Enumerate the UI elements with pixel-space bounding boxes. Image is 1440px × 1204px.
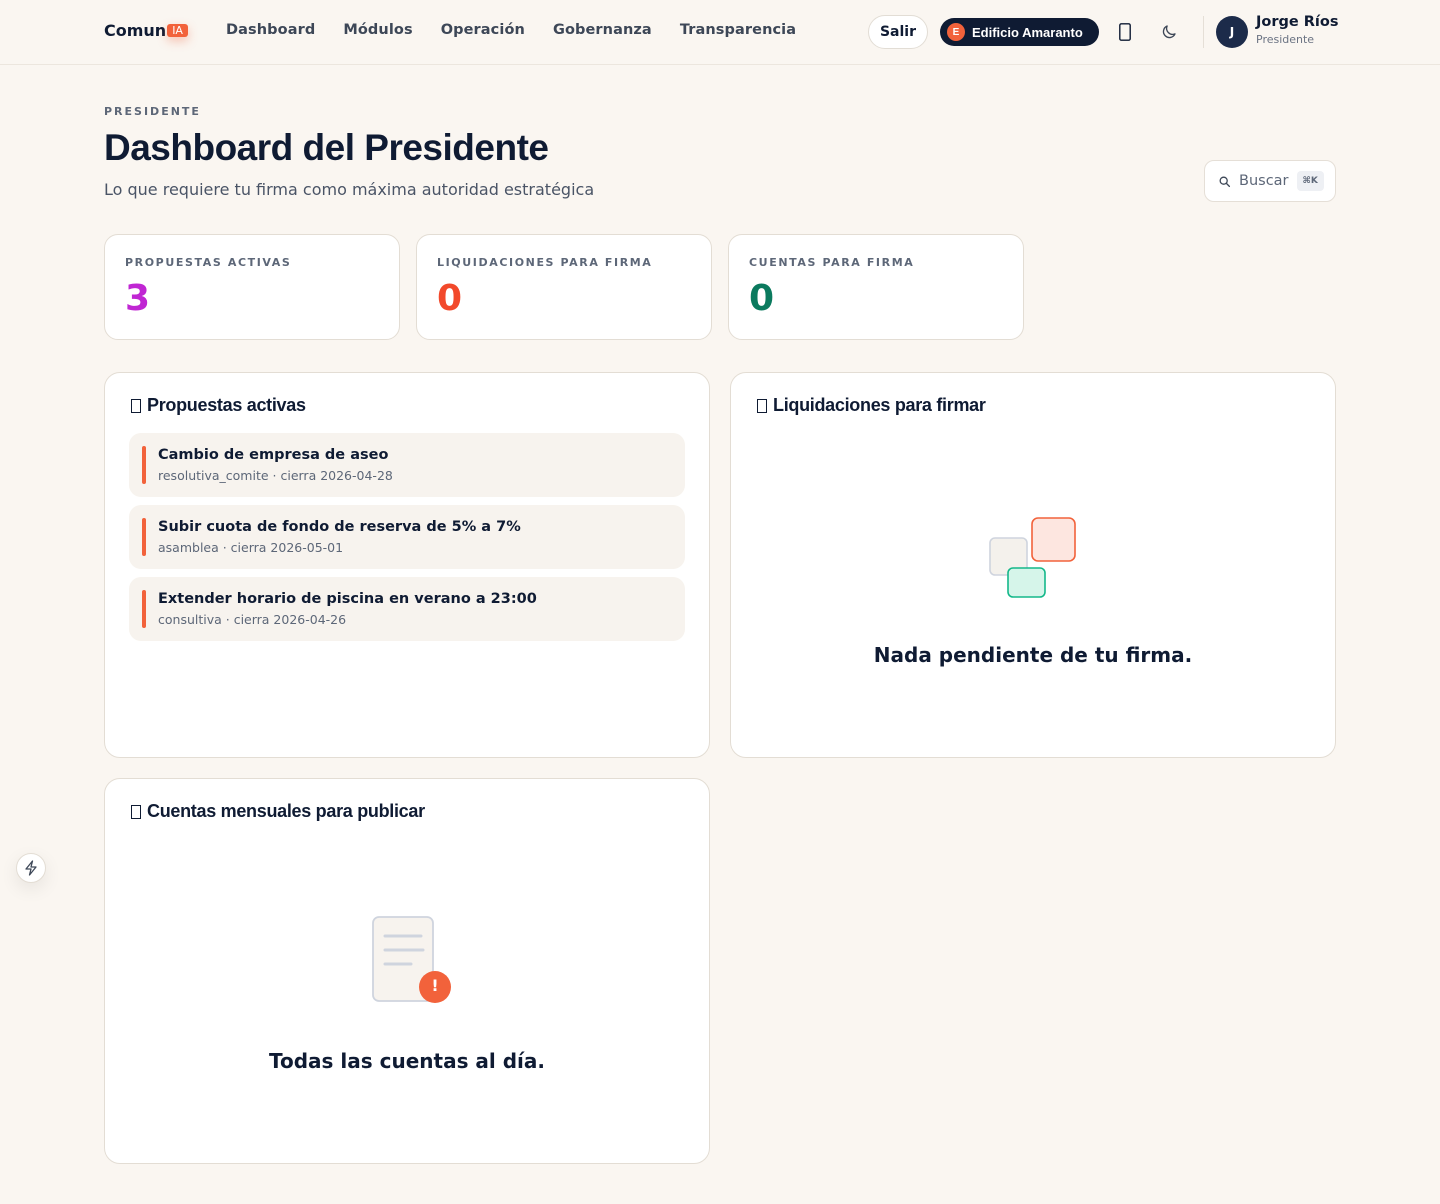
item-meta: asamblea · cierra 2026-05-01 [158, 540, 344, 555]
panel-icon [131, 805, 141, 819]
stat-card-propuestas[interactable]: PROPUESTAS ACTIVAS 3 [104, 234, 400, 340]
quick-action-button[interactable] [16, 853, 46, 883]
phone-icon[interactable] [1113, 20, 1137, 44]
empty-state-message: Nada pendiente de tu firma. [873, 643, 1193, 667]
panel-icon [131, 399, 141, 413]
brand-logo[interactable]: Comun IA [104, 21, 188, 40]
page-eyebrow: PRESIDENTE [104, 105, 201, 118]
item-title: Subir cuota de fondo de reserva de 5% a … [158, 519, 521, 535]
panel-title-text: Cuentas mensuales para publicar [147, 801, 425, 821]
building-initial-badge: E [947, 23, 965, 41]
stat-label: PROPUESTAS ACTIVAS [125, 256, 292, 269]
avatar[interactable]: J [1216, 16, 1248, 48]
brand-badge: IA [167, 24, 188, 37]
moon-icon[interactable] [1157, 20, 1181, 44]
search-label: Buscar [1239, 173, 1289, 189]
header-divider [1203, 16, 1204, 48]
item-title: Extender horario de piscina en verano a … [158, 591, 537, 607]
stat-value: 0 [437, 278, 463, 319]
stat-card-liquidaciones[interactable]: LIQUIDACIONES PARA FIRMA 0 [416, 234, 712, 340]
stat-value: 3 [125, 278, 151, 319]
document-alert-icon: ! [371, 915, 461, 1005]
brand-name: Comun [104, 21, 167, 40]
list-item[interactable]: Cambio de empresa de aseo resolutiva_com… [129, 433, 685, 497]
item-accent-bar [142, 590, 146, 628]
user-role: Presidente [1256, 33, 1315, 46]
panel-title: Liquidaciones para firmar [757, 395, 986, 416]
building-selector[interactable]: E Edificio Amaranto [940, 18, 1099, 46]
top-navigation-bar: Comun IA Dashboard Módulos Operación Gobe… [0, 0, 1440, 65]
item-accent-bar [142, 446, 146, 484]
item-meta: resolutiva_comite · cierra 2026-04-28 [158, 468, 393, 483]
logout-button[interactable]: Salir [868, 15, 928, 49]
nav-gobernanza[interactable]: Gobernanza [553, 22, 652, 38]
panel-title: Propuestas activas [131, 395, 306, 416]
stacked-squares-icon [989, 517, 1079, 605]
stat-label: LIQUIDACIONES PARA FIRMA [437, 256, 653, 269]
bolt-icon [24, 860, 38, 876]
panel-title: Cuentas mensuales para publicar [131, 801, 425, 822]
search-shortcut: ⌘K [1296, 171, 1324, 191]
list-item[interactable]: Subir cuota de fondo de reserva de 5% a … [129, 505, 685, 569]
panel-title-text: Liquidaciones para firmar [773, 395, 986, 415]
building-name: Edificio Amaranto [972, 24, 1083, 40]
settlements-panel: Liquidaciones para firmar Nada pendiente… [730, 372, 1336, 758]
nav-modulos[interactable]: Módulos [343, 22, 412, 38]
panel-icon [757, 399, 767, 413]
stat-label: CUENTAS PARA FIRMA [749, 256, 915, 269]
panel-title-text: Propuestas activas [147, 395, 306, 415]
nav-dashboard[interactable]: Dashboard [226, 22, 315, 38]
proposals-panel: Propuestas activas Cambio de empresa de … [104, 372, 710, 758]
stat-card-cuentas[interactable]: CUENTAS PARA FIRMA 0 [728, 234, 1024, 340]
accounts-panel: Cuentas mensuales para publicar ! Todas … [104, 778, 710, 1164]
stat-value: 0 [749, 278, 775, 319]
item-accent-bar [142, 518, 146, 556]
nav-transparencia[interactable]: Transparencia [680, 22, 796, 38]
user-name: Jorge Ríos [1256, 14, 1339, 30]
item-meta: consultiva · cierra 2026-04-26 [158, 612, 347, 627]
page-subtitle: Lo que requiere tu firma como máxima aut… [104, 180, 595, 199]
search-icon [1218, 175, 1231, 188]
empty-state-message: Todas las cuentas al día. [268, 1049, 546, 1073]
search-button[interactable]: Buscar ⌘K [1204, 160, 1336, 202]
list-item[interactable]: Extender horario de piscina en verano a … [129, 577, 685, 641]
page-title: Dashboard del Presidente [104, 127, 549, 168]
nav-operacion[interactable]: Operación [441, 22, 525, 38]
alert-badge-mark: ! [431, 976, 439, 995]
item-title: Cambio de empresa de aseo [158, 447, 389, 463]
main-nav: Dashboard Módulos Operación Gobernanza T… [226, 22, 796, 38]
